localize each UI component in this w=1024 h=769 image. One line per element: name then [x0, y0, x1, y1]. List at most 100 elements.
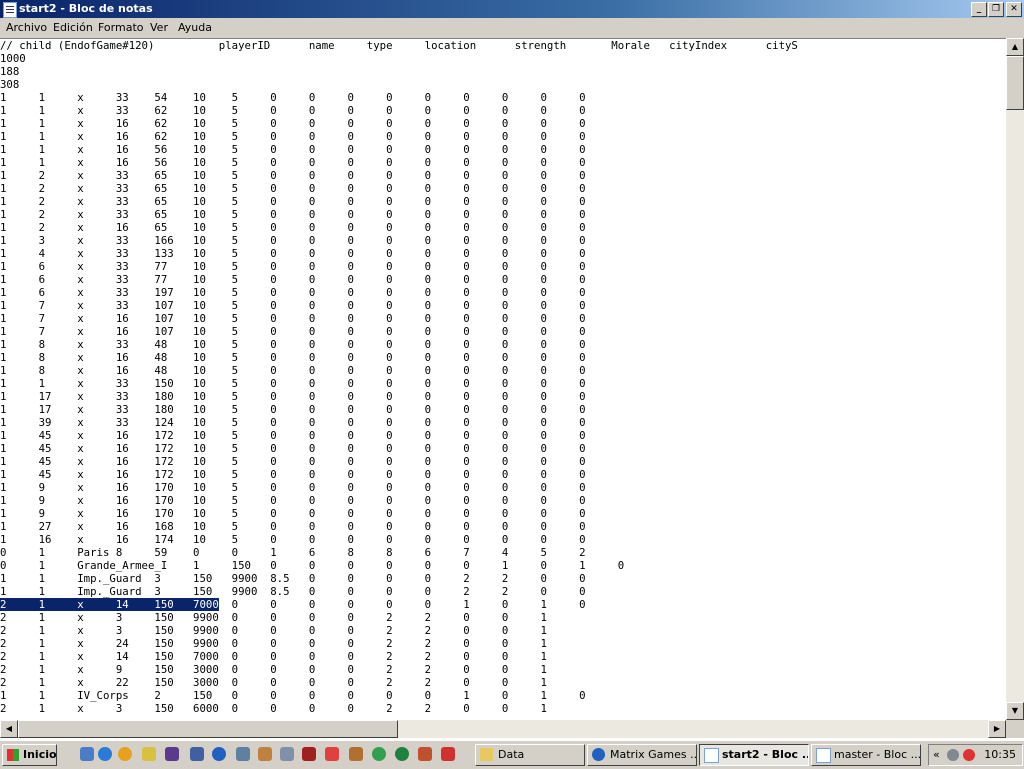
text-line[interactable]: 1 17 x 33 180 10 5 0 0 0 0 0 0 0 0 0 — [0, 403, 1006, 416]
text-line[interactable]: 1 2 x 16 65 10 5 0 0 0 0 0 0 0 0 0 — [0, 221, 1006, 234]
home-icon[interactable] — [349, 747, 363, 761]
text-line[interactable]: 1 1 x 33 62 10 5 0 0 0 0 0 0 0 0 0 — [0, 104, 1006, 117]
task-label: Matrix Games ... — [610, 748, 697, 761]
horizontal-scroll-thumb[interactable] — [18, 720, 398, 738]
text-line[interactable]: 1 45 x 16 172 10 5 0 0 0 0 0 0 0 0 0 — [0, 455, 1006, 468]
text-line[interactable]: 1 2 x 33 65 10 5 0 0 0 0 0 0 0 0 0 — [0, 208, 1006, 221]
task-master-notepad[interactable]: master - Bloc ... — [811, 744, 921, 766]
show-desktop-icon[interactable] — [80, 747, 94, 761]
text-line[interactable]: 1 8 x 16 48 10 5 0 0 0 0 0 0 0 0 0 — [0, 351, 1006, 364]
menu-ayuda[interactable]: Ayuda — [178, 21, 212, 34]
text-line[interactable]: 2 1 x 3 150 9900 0 0 0 0 2 2 0 0 1 — [0, 624, 1006, 637]
horizontal-scrollbar[interactable]: ◀ ▶ — [0, 720, 1006, 738]
text-line[interactable]: 1 2 x 33 65 10 5 0 0 0 0 0 0 0 0 0 — [0, 182, 1006, 195]
text-line[interactable]: 1 27 x 16 168 10 5 0 0 0 0 0 0 0 0 0 — [0, 520, 1006, 533]
game-icon[interactable] — [258, 747, 272, 761]
globe-icon[interactable] — [372, 747, 386, 761]
restore-button[interactable]: ❐ — [988, 2, 1004, 17]
text-line[interactable]: 1 7 x 33 107 10 5 0 0 0 0 0 0 0 0 0 — [0, 299, 1006, 312]
text-line[interactable]: 1 1 Imp._Guard 3 150 9900 8.5 0 0 0 0 2 … — [0, 585, 1006, 598]
text-line[interactable]: 1 7 x 16 107 10 5 0 0 0 0 0 0 0 0 0 — [0, 325, 1006, 338]
menu-archivo[interactable]: Archivo — [6, 21, 47, 34]
text-line[interactable]: 1 7 x 16 107 10 5 0 0 0 0 0 0 0 0 0 — [0, 312, 1006, 325]
text-line[interactable]: 1 1 x 16 62 10 5 0 0 0 0 0 0 0 0 0 — [0, 117, 1006, 130]
media-icon[interactable] — [325, 747, 339, 761]
task-matrix-games[interactable]: Matrix Games ... — [587, 744, 697, 766]
text-line[interactable]: 0 1 Grande_Armee_I 1 150 0 0 0 0 0 0 1 0… — [0, 559, 1006, 572]
text-line[interactable]: // child (EndofGame#120) playerID name t… — [0, 39, 1006, 52]
vertical-scrollbar[interactable]: ▲ ▼ — [1006, 38, 1024, 720]
text-line[interactable]: 1 45 x 16 172 10 5 0 0 0 0 0 0 0 0 0 — [0, 442, 1006, 455]
alert-icon[interactable] — [441, 747, 455, 761]
internet-explorer-icon[interactable] — [98, 747, 112, 761]
folder-window-icon[interactable] — [280, 747, 294, 761]
text-line[interactable]: 1000 — [0, 52, 1006, 65]
size-grip[interactable] — [1006, 720, 1024, 738]
scroll-up-button[interactable]: ▲ — [1006, 38, 1024, 56]
text-line[interactable]: 2 1 x 3 150 9900 0 0 0 0 2 2 0 0 1 — [0, 611, 1006, 624]
rar-archive-icon[interactable] — [165, 747, 179, 761]
text-line[interactable]: 1 8 x 16 48 10 5 0 0 0 0 0 0 0 0 0 — [0, 364, 1006, 377]
text-line[interactable]: 2 1 x 14 150 7000 0 0 0 0 0 0 1 0 1 0 — [0, 598, 1006, 611]
text-line[interactable]: 1 6 x 33 77 10 5 0 0 0 0 0 0 0 0 0 — [0, 273, 1006, 286]
vertical-scroll-thumb[interactable] — [1006, 56, 1024, 110]
editor-content[interactable]: // child (EndofGame#120) playerID name t… — [0, 39, 1006, 715]
text-line[interactable]: 308 — [0, 78, 1006, 91]
app-launcher-icon[interactable] — [302, 747, 316, 761]
text-line[interactable]: 1 39 x 33 124 10 5 0 0 0 0 0 0 0 0 0 — [0, 416, 1006, 429]
text-editor[interactable]: // child (EndofGame#120) playerID name t… — [0, 38, 1006, 721]
text-line[interactable]: 1 9 x 16 170 10 5 0 0 0 0 0 0 0 0 0 — [0, 481, 1006, 494]
text-line[interactable]: 1 3 x 33 166 10 5 0 0 0 0 0 0 0 0 0 — [0, 234, 1006, 247]
text-line[interactable]: 1 2 x 33 65 10 5 0 0 0 0 0 0 0 0 0 — [0, 195, 1006, 208]
close-button[interactable]: ✕ — [1006, 2, 1022, 17]
task-start2-notepad[interactable]: start2 - Bloc ... — [699, 744, 809, 766]
menu-ver[interactable]: Ver — [150, 21, 168, 34]
scroll-left-button[interactable]: ◀ — [0, 720, 18, 738]
text-line[interactable]: 1 6 x 33 197 10 5 0 0 0 0 0 0 0 0 0 — [0, 286, 1006, 299]
scroll-right-button[interactable]: ▶ — [988, 720, 1006, 738]
messenger-icon[interactable] — [212, 747, 226, 761]
text-line[interactable]: 188 — [0, 65, 1006, 78]
text-line[interactable]: 1 1 x 16 56 10 5 0 0 0 0 0 0 0 0 0 — [0, 156, 1006, 169]
paint-icon[interactable] — [418, 747, 432, 761]
text-line[interactable]: 2 1 x 9 150 3000 0 0 0 0 2 2 0 0 1 — [0, 663, 1006, 676]
text-line[interactable]: 1 16 x 16 174 10 5 0 0 0 0 0 0 0 0 0 — [0, 533, 1006, 546]
selected-text[interactable]: 2 1 x 14 150 7000 — [0, 598, 219, 611]
start-button[interactable]: Inicio — [2, 744, 57, 766]
word-document-icon[interactable] — [190, 747, 204, 761]
text-line[interactable]: 1 1 x 16 62 10 5 0 0 0 0 0 0 0 0 0 — [0, 130, 1006, 143]
text-line[interactable]: 1 4 x 33 133 10 5 0 0 0 0 0 0 0 0 0 — [0, 247, 1006, 260]
text-line[interactable]: 1 1 x 33 54 10 5 0 0 0 0 0 0 0 0 0 — [0, 91, 1006, 104]
minimize-button[interactable]: _ — [971, 2, 987, 17]
text-line[interactable]: 2 1 x 14 150 7000 0 0 0 0 2 2 0 0 1 — [0, 650, 1006, 663]
text-line[interactable]: 2 1 x 24 150 9900 0 0 0 0 2 2 0 0 1 — [0, 637, 1006, 650]
menu-formato[interactable]: Formato — [98, 21, 144, 34]
scroll-down-button[interactable]: ▼ — [1006, 702, 1024, 720]
text-line[interactable]: 1 9 x 16 170 10 5 0 0 0 0 0 0 0 0 0 — [0, 507, 1006, 520]
menu-bar: Archivo Edición Formato Ver Ayuda — [0, 18, 1024, 38]
text-line[interactable]: 1 1 x 33 150 10 5 0 0 0 0 0 0 0 0 0 — [0, 377, 1006, 390]
text-line[interactable]: 1 45 x 16 172 10 5 0 0 0 0 0 0 0 0 0 — [0, 429, 1006, 442]
text-line[interactable]: 1 1 IV_Corps 2 150 0 0 0 0 0 0 1 0 1 0 — [0, 689, 1006, 702]
text-line[interactable]: 1 2 x 33 65 10 5 0 0 0 0 0 0 0 0 0 — [0, 169, 1006, 182]
text-line[interactable]: 1 8 x 33 48 10 5 0 0 0 0 0 0 0 0 0 — [0, 338, 1006, 351]
text-line[interactable]: 1 45 x 16 172 10 5 0 0 0 0 0 0 0 0 0 — [0, 468, 1006, 481]
volume-icon[interactable] — [947, 749, 959, 761]
line-rest: 0 0 0 0 0 0 1 0 1 0 — [218, 598, 586, 611]
tray-expand-button[interactable]: « — [933, 748, 940, 761]
text-line[interactable]: 2 1 x 22 150 3000 0 0 0 0 2 2 0 0 1 — [0, 676, 1006, 689]
network-icon[interactable] — [395, 747, 409, 761]
antivirus-icon[interactable] — [963, 749, 975, 761]
text-line[interactable]: 1 1 x 16 56 10 5 0 0 0 0 0 0 0 0 0 — [0, 143, 1006, 156]
pencil-tool-icon[interactable] — [142, 747, 156, 761]
text-line[interactable]: 1 1 Imp._Guard 3 150 9900 8.5 0 0 0 0 2 … — [0, 572, 1006, 585]
task-data[interactable]: Data — [475, 744, 585, 766]
text-line[interactable]: 0 1 Paris 8 59 0 0 1 6 8 8 6 7 4 5 2 — [0, 546, 1006, 559]
menu-edicion[interactable]: Edición — [53, 21, 93, 34]
media-player-icon[interactable] — [118, 747, 132, 761]
tools-icon[interactable] — [236, 747, 250, 761]
text-line[interactable]: 1 9 x 16 170 10 5 0 0 0 0 0 0 0 0 0 — [0, 494, 1006, 507]
text-line[interactable]: 1 6 x 33 77 10 5 0 0 0 0 0 0 0 0 0 — [0, 260, 1006, 273]
text-line[interactable]: 2 1 x 3 150 6000 0 0 0 0 2 2 0 0 1 — [0, 702, 1006, 715]
text-line[interactable]: 1 17 x 33 180 10 5 0 0 0 0 0 0 0 0 0 — [0, 390, 1006, 403]
